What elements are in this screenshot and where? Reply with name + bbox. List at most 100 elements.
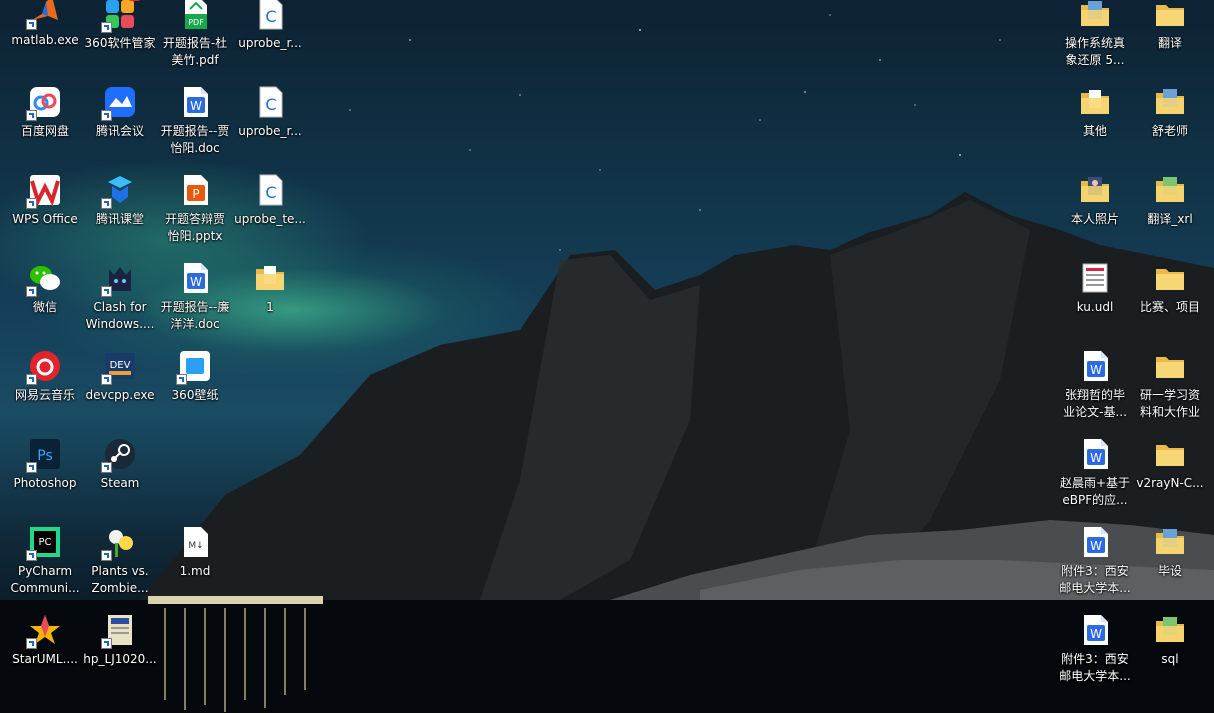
icon-label: 附件3：西安: [1061, 564, 1129, 578]
desktop-shortcut[interactable]: 网易云音乐: [7, 349, 83, 404]
desktop-shortcut[interactable]: 1: [232, 261, 308, 316]
desktop-shortcut[interactable]: 腾讯会议: [82, 85, 158, 140]
icon-label: uprobe_te...: [234, 212, 306, 226]
pycharm-icon: PC: [26, 525, 62, 561]
icon-label: PyCharm: [17, 564, 73, 578]
shortcut-arrow-icon: [26, 110, 37, 121]
desktop-shortcut[interactable]: PDF 开题报告-杜 美竹.pdf: [157, 0, 233, 69]
desktop-shortcut[interactable]: StarUML....: [7, 613, 83, 668]
desktop-shortcut[interactable]: 翻译_xrl: [1132, 173, 1208, 228]
desktop-shortcut[interactable]: 翻译: [1132, 0, 1208, 52]
word-doc-icon: W: [1078, 349, 1112, 383]
desktop-shortcut[interactable]: 比赛、项目: [1132, 261, 1208, 316]
desktop-shortcut[interactable]: 毕设: [1132, 525, 1208, 580]
desktop-shortcut[interactable]: W 附件3：西安 邮电大学本...: [1057, 525, 1133, 597]
desktop-shortcut[interactable]: PC PyCharm Communi...: [7, 525, 83, 597]
staruml-icon: [26, 613, 62, 649]
desktop-shortcut[interactable]: 操作系统真象还原 5...: [1057, 0, 1133, 69]
desktop-shortcut[interactable]: sql: [1132, 613, 1208, 668]
svg-text:W: W: [190, 99, 202, 113]
tencent-classroom-icon: [101, 173, 137, 209]
desktop-shortcut[interactable]: W 张翔哲的毕 业论文-基...: [1057, 349, 1133, 421]
icon-label: 翻译_xrl: [1147, 212, 1193, 226]
360-software-manager-icon: 10: [101, 0, 143, 33]
folder-icon: [1078, 85, 1112, 119]
desktop-shortcut[interactable]: M↓ 1.md: [157, 525, 233, 580]
folder-icon: [1153, 261, 1187, 295]
desktop-shortcut[interactable]: 舒老师: [1132, 85, 1208, 140]
desktop-shortcut[interactable]: W 开题报告--廉 洋洋.doc: [157, 261, 233, 333]
c-file-icon: C: [253, 173, 287, 207]
folder-icon: [1153, 525, 1187, 559]
icon-label: ku.udl: [1076, 300, 1114, 314]
svg-text:C: C: [265, 183, 276, 202]
icon-label: 本人照片: [1070, 212, 1119, 226]
wechat-icon: [26, 261, 62, 297]
desktop-shortcut[interactable]: Cuprobe_r...: [232, 85, 308, 140]
folder-icon: [1153, 85, 1187, 119]
svg-text:PDF: PDF: [188, 18, 204, 27]
desktop-shortcut[interactable]: Plants vs. Zombie...: [82, 525, 158, 597]
desktop-shortcut[interactable]: DEV devcpp.exe: [82, 349, 158, 404]
desktop-shortcut[interactable]: matlab.exe: [7, 0, 83, 49]
desktop-shortcut[interactable]: W 赵晨雨+基于 eBPF的应...: [1057, 437, 1133, 509]
desktop-shortcut[interactable]: Clash for Windows....: [82, 261, 158, 333]
word-doc-icon: W: [178, 261, 212, 295]
desktop-shortcut[interactable]: 其他: [1057, 85, 1133, 140]
icon-label: 料和大作业: [1139, 405, 1200, 419]
desktop-shortcut[interactable]: 360壁纸: [157, 349, 233, 404]
matlab-icon: [26, 0, 62, 30]
desktop-shortcut[interactable]: 研一学习资 料和大作业: [1132, 349, 1208, 421]
desktop-shortcut[interactable]: WPS Office: [7, 173, 83, 228]
desktop-shortcut[interactable]: 本人照片: [1057, 173, 1133, 228]
icon-label: 象还原 5...: [1065, 53, 1125, 67]
icon-label: matlab.exe: [11, 33, 79, 47]
svg-text:W: W: [1090, 539, 1102, 553]
desktop[interactable]: matlab.exe 10 360软件管家 PDF 开题报告-杜美竹.pdf Cuprob…: [0, 0, 1214, 713]
desktop-shortcut[interactable]: Ps Photoshop: [7, 437, 83, 492]
shortcut-arrow-icon: [26, 550, 37, 561]
icon-label: 百度网盘: [20, 124, 69, 138]
desktop-shortcut[interactable]: hp_LJ1020...: [82, 613, 158, 668]
svg-text:W: W: [1090, 451, 1102, 465]
icon-label: Communi...: [10, 581, 80, 595]
desktop-shortcut[interactable]: Steam: [82, 437, 158, 492]
svg-text:P: P: [192, 187, 199, 201]
folder-icon: [1153, 437, 1187, 471]
svg-text:M↓: M↓: [188, 541, 203, 551]
desktop-shortcut[interactable]: Cuprobe_te...: [232, 173, 308, 228]
icon-label: 怡阳.pptx: [167, 229, 223, 243]
icon-label: 舒老师: [1151, 124, 1188, 138]
desktop-shortcut[interactable]: 腾讯课堂: [82, 173, 158, 228]
word-doc-icon: W: [1078, 437, 1112, 471]
icon-label: 其他: [1082, 124, 1107, 138]
icon-label: Photoshop: [13, 476, 77, 490]
icon-label: 1: [266, 300, 274, 314]
icon-label: 业论文-基...: [1063, 405, 1127, 419]
udl-file-icon: [1078, 261, 1112, 295]
desktop-shortcut[interactable]: W 附件3：西安 邮电大学本...: [1057, 613, 1133, 685]
icon-label: 微信: [32, 300, 57, 314]
icon-label: 操作系统真: [1064, 36, 1125, 50]
360-wallpaper-icon: [176, 349, 212, 385]
clash-icon: [101, 261, 137, 297]
desktop-shortcut[interactable]: P 开题答辩贾 怡阳.pptx: [157, 173, 233, 245]
shortcut-arrow-icon: [26, 462, 37, 473]
icon-label: 邮电大学本...: [1059, 581, 1131, 595]
desktop-shortcut[interactable]: 百度网盘: [7, 85, 83, 140]
desktop-shortcut[interactable]: Cuprobe_r...: [232, 0, 308, 52]
svg-text:W: W: [1090, 363, 1102, 377]
desktop-shortcut[interactable]: v2rayN-C...: [1132, 437, 1208, 492]
printer-driver-icon: [101, 613, 137, 649]
photoshop-icon: Ps: [26, 437, 62, 473]
icon-label: devcpp.exe: [85, 388, 155, 402]
desktop-shortcut[interactable]: 10 360软件管家: [82, 0, 158, 52]
desktop-shortcut[interactable]: 微信: [7, 261, 83, 316]
pptx-file-icon: P: [178, 173, 212, 207]
svg-text:W: W: [1090, 627, 1102, 641]
svg-text:DEV: DEV: [110, 360, 131, 371]
desktop-shortcut[interactable]: ku.udl: [1057, 261, 1133, 316]
desktop-shortcut[interactable]: W 开题报告--贾 怡阳.doc: [157, 85, 233, 157]
shortcut-arrow-icon: [101, 22, 112, 33]
icon-label: 怡阳.doc: [170, 141, 220, 155]
